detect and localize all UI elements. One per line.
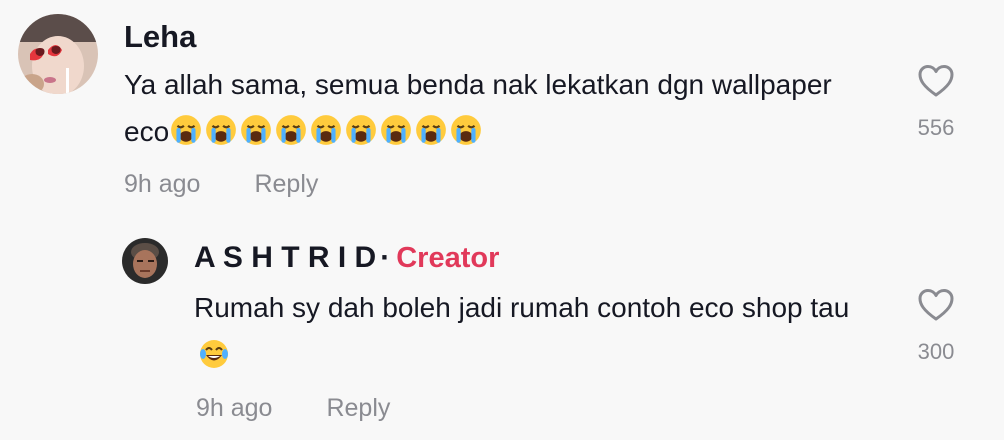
like-button[interactable]: 300: [906, 288, 966, 365]
heart-outline-icon: [918, 65, 954, 97]
comment-meta: 9h ago Reply: [124, 170, 318, 199]
loudly-crying-face-emoji: [414, 113, 448, 161]
comment-username[interactable]: Leha: [124, 19, 196, 55]
like-count: 300: [917, 339, 955, 364]
separator-dot: ·: [380, 241, 391, 274]
avatar[interactable]: [122, 238, 168, 284]
comment-text: Rumah sy dah boleh jadi rumah contoh eco…: [194, 284, 894, 384]
comment-thread: Leha Ya allah sama, semua benda nak leka…: [0, 0, 1004, 440]
creator-badge: Creator: [396, 242, 500, 274]
loudly-crying-face-emoji: [239, 113, 273, 161]
loudly-crying-face-emoji: [344, 113, 378, 161]
like-button[interactable]: 556: [906, 64, 966, 141]
loudly-crying-face-emoji: [274, 113, 308, 161]
comment-text: Ya allah sama, semua benda nak lekatkan …: [124, 61, 844, 161]
creator-username[interactable]: A S H T R I D: [194, 241, 376, 274]
tears-of-joy-emoji: [198, 337, 230, 384]
comment-username: A S H T R I D · Creator: [194, 241, 499, 275]
avatar[interactable]: [18, 14, 98, 94]
crying-emoji-row: [169, 115, 484, 147]
reply-button[interactable]: Reply: [254, 170, 318, 198]
loudly-crying-face-emoji: [379, 113, 413, 161]
heart-outline-icon: [918, 289, 954, 321]
comment-meta: 9h ago Reply: [196, 394, 390, 423]
comment-timestamp: 9h ago: [196, 394, 273, 422]
loudly-crying-face-emoji: [449, 113, 483, 161]
loudly-crying-face-emoji: [204, 113, 238, 161]
reply-button[interactable]: Reply: [326, 394, 390, 422]
loudly-crying-face-emoji: [169, 113, 203, 161]
loudly-crying-face-emoji: [309, 113, 343, 161]
comment-timestamp: 9h ago: [124, 170, 201, 198]
like-count: 556: [917, 115, 955, 140]
comment-body: Rumah sy dah boleh jadi rumah contoh eco…: [194, 292, 850, 323]
